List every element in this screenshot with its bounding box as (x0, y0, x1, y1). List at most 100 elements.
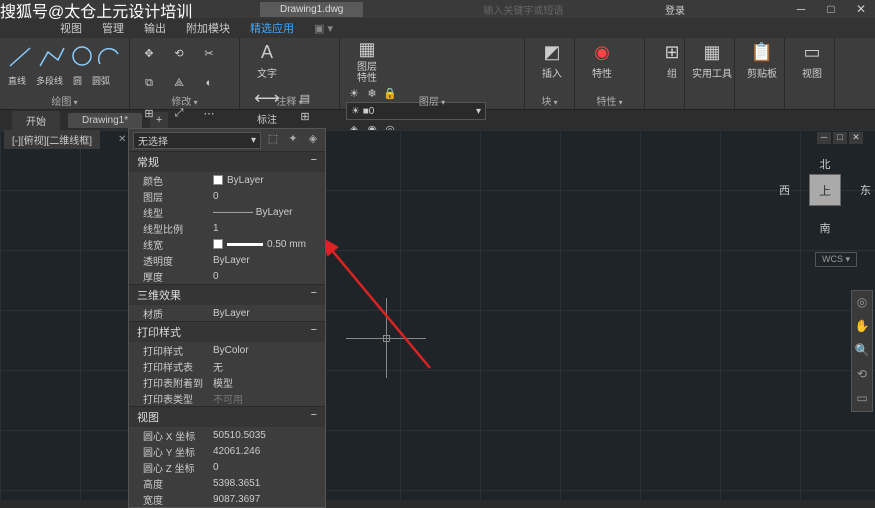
ribbon-tab[interactable]: 管理 (102, 20, 124, 36)
tool-properties[interactable]: ◉特性 (581, 40, 623, 82)
tool-layer-props[interactable]: ▦图层 特性 (346, 40, 388, 82)
property-row[interactable]: 颜色ByLayer (129, 172, 325, 188)
property-value[interactable]: 0.50 mm (213, 239, 325, 250)
property-row[interactable]: 圆心 X 坐标50510.5035 (129, 427, 325, 443)
property-value[interactable]: ByLayer (213, 308, 325, 319)
panel-label[interactable]: 块 (541, 93, 557, 108)
property-row[interactable]: 透明度ByLayer (129, 252, 325, 268)
modify-icon[interactable]: ⋯ (196, 100, 222, 126)
property-value[interactable]: 无 (213, 359, 325, 374)
property-value[interactable]: 0 (213, 191, 325, 202)
property-row[interactable]: 圆心 Z 坐标0 (129, 459, 325, 475)
section-3d[interactable]: 三维效果− (129, 284, 325, 305)
property-row[interactable]: 高度5398.3651 (129, 475, 325, 491)
layer-icon[interactable]: ❄ (364, 86, 380, 100)
tool-clipboard[interactable]: 📋剪贴板 (741, 40, 783, 82)
pim-icon[interactable]: ✦ (285, 132, 301, 148)
property-row[interactable]: 打印样式表无 (129, 358, 325, 374)
viewcube[interactable]: 北 南 东 西 上 (793, 158, 857, 222)
property-row[interactable]: 材质ByLayer (129, 305, 325, 321)
layer-icon[interactable]: 🔒 (382, 86, 398, 100)
layer-dropdown[interactable]: ☀ ■ 0▾ (346, 102, 486, 120)
viewport-label[interactable]: [-][俯视][二维线框] (4, 130, 100, 149)
property-value[interactable]: ByColor (213, 345, 325, 356)
property-value[interactable]: 50510.5035 (213, 430, 325, 441)
viewcube-west[interactable]: 西 (779, 182, 790, 198)
nav-pan-icon[interactable]: ✋ (854, 319, 870, 335)
modify-icon[interactable]: ✥ (136, 40, 162, 66)
anno-icon[interactable]: ⊞ (292, 108, 318, 124)
nav-show-icon[interactable]: ▭ (854, 391, 870, 407)
tool-util[interactable]: ▦实用工具 (691, 40, 733, 82)
viewcube-top[interactable]: 上 (809, 174, 841, 206)
nav-orbit-icon[interactable]: ⟲ (854, 367, 870, 383)
close-button[interactable]: ✕ (847, 0, 875, 18)
property-value[interactable]: 不可用 (213, 391, 325, 406)
ribbon-tab[interactable]: 精选应用 (250, 20, 294, 36)
vp-close-icon[interactable]: ✕ (849, 132, 863, 144)
modify-icon[interactable]: ⧉ (136, 70, 162, 96)
ribbon-tab[interactable]: 视图 (60, 20, 82, 36)
property-value[interactable]: ByLayer (213, 175, 325, 186)
maximize-button[interactable]: □ (817, 0, 845, 18)
file-tab-start[interactable]: 开始 (12, 111, 60, 130)
modify-icon[interactable]: ⊞ (136, 100, 162, 126)
property-value[interactable]: 0 (213, 271, 325, 282)
section-view[interactable]: 视图− (129, 406, 325, 427)
search-hint[interactable]: 输入关键字或短语 (483, 2, 563, 17)
section-general[interactable]: 常规− (129, 151, 325, 172)
property-row[interactable]: 打印表附着到模型 (129, 374, 325, 390)
tool-insert[interactable]: ◩插入 (531, 40, 573, 82)
tool-line[interactable]: 直线 (8, 74, 26, 87)
wcs-label[interactable]: WCS ▾ (815, 252, 857, 267)
property-row[interactable]: 打印样式ByColor (129, 342, 325, 358)
viewcube-south[interactable]: 南 (820, 220, 831, 236)
vp-max-icon[interactable]: □ (833, 132, 847, 144)
ribbon-tab-more[interactable]: ▣ ▾ (314, 22, 333, 35)
property-value[interactable]: 0 (213, 462, 325, 473)
selection-dropdown[interactable]: 无选择▾ (133, 132, 261, 149)
property-row[interactable]: 线型比例1 (129, 220, 325, 236)
ribbon-tab[interactable]: 输出 (144, 20, 166, 36)
property-row[interactable]: 线宽0.50 mm (129, 236, 325, 252)
panel-label[interactable]: 特性 (596, 93, 622, 108)
panel-label[interactable]: 注释 (276, 93, 302, 108)
qp-icon[interactable]: ◈ (305, 132, 321, 148)
modify-icon[interactable]: ◐ (196, 70, 222, 96)
property-row[interactable]: 宽度9087.3697 (129, 491, 325, 507)
panel-label[interactable]: 图层 (419, 93, 445, 108)
section-plot[interactable]: 打印样式− (129, 321, 325, 342)
file-tab-drawing[interactable]: Drawing1* (68, 113, 142, 128)
viewport-close-icon[interactable]: ✕ (118, 134, 126, 145)
property-row[interactable]: 线型———— ByLayer (129, 204, 325, 220)
property-value[interactable]: ByLayer (213, 255, 325, 266)
tool-text[interactable]: A文字 (246, 40, 288, 82)
nav-zoom-icon[interactable]: 🔍 (854, 343, 870, 359)
login-link[interactable]: 登录 (665, 2, 685, 17)
ribbon-tab[interactable]: 附加模块 (186, 20, 230, 36)
property-value[interactable]: 9087.3697 (213, 494, 325, 505)
tool-view[interactable]: ▭视图 (791, 40, 833, 82)
property-value[interactable]: 5398.3651 (213, 478, 325, 489)
panel-label[interactable]: 修改 (171, 93, 197, 108)
property-row[interactable]: 圆心 Y 坐标42061.246 (129, 443, 325, 459)
property-value[interactable]: 42061.246 (213, 446, 325, 457)
panel-label[interactable]: 绘图 (51, 93, 77, 108)
viewcube-north[interactable]: 北 (820, 156, 831, 172)
tool-polyline[interactable]: 多段线 (36, 74, 63, 87)
property-row[interactable]: 打印表类型不可用 (129, 390, 325, 406)
property-row[interactable]: 厚度0 (129, 268, 325, 284)
minimize-button[interactable]: ─ (787, 0, 815, 18)
quick-select-icon[interactable]: ⬚ (265, 132, 281, 148)
property-value[interactable]: 模型 (213, 375, 325, 390)
property-value[interactable]: ———— ByLayer (213, 207, 325, 218)
property-row[interactable]: 图层0 (129, 188, 325, 204)
property-value[interactable]: 1 (213, 223, 325, 234)
nav-wheel-icon[interactable]: ◎ (854, 295, 870, 311)
modify-icon[interactable]: ✂ (196, 40, 222, 66)
vp-min-icon[interactable]: ─ (817, 132, 831, 144)
viewcube-east[interactable]: 东 (860, 182, 871, 198)
modify-icon[interactable]: ⟲ (166, 40, 192, 66)
tool-arc[interactable]: 圆弧 (92, 74, 110, 87)
layer-icon[interactable]: ☀ (346, 86, 362, 100)
